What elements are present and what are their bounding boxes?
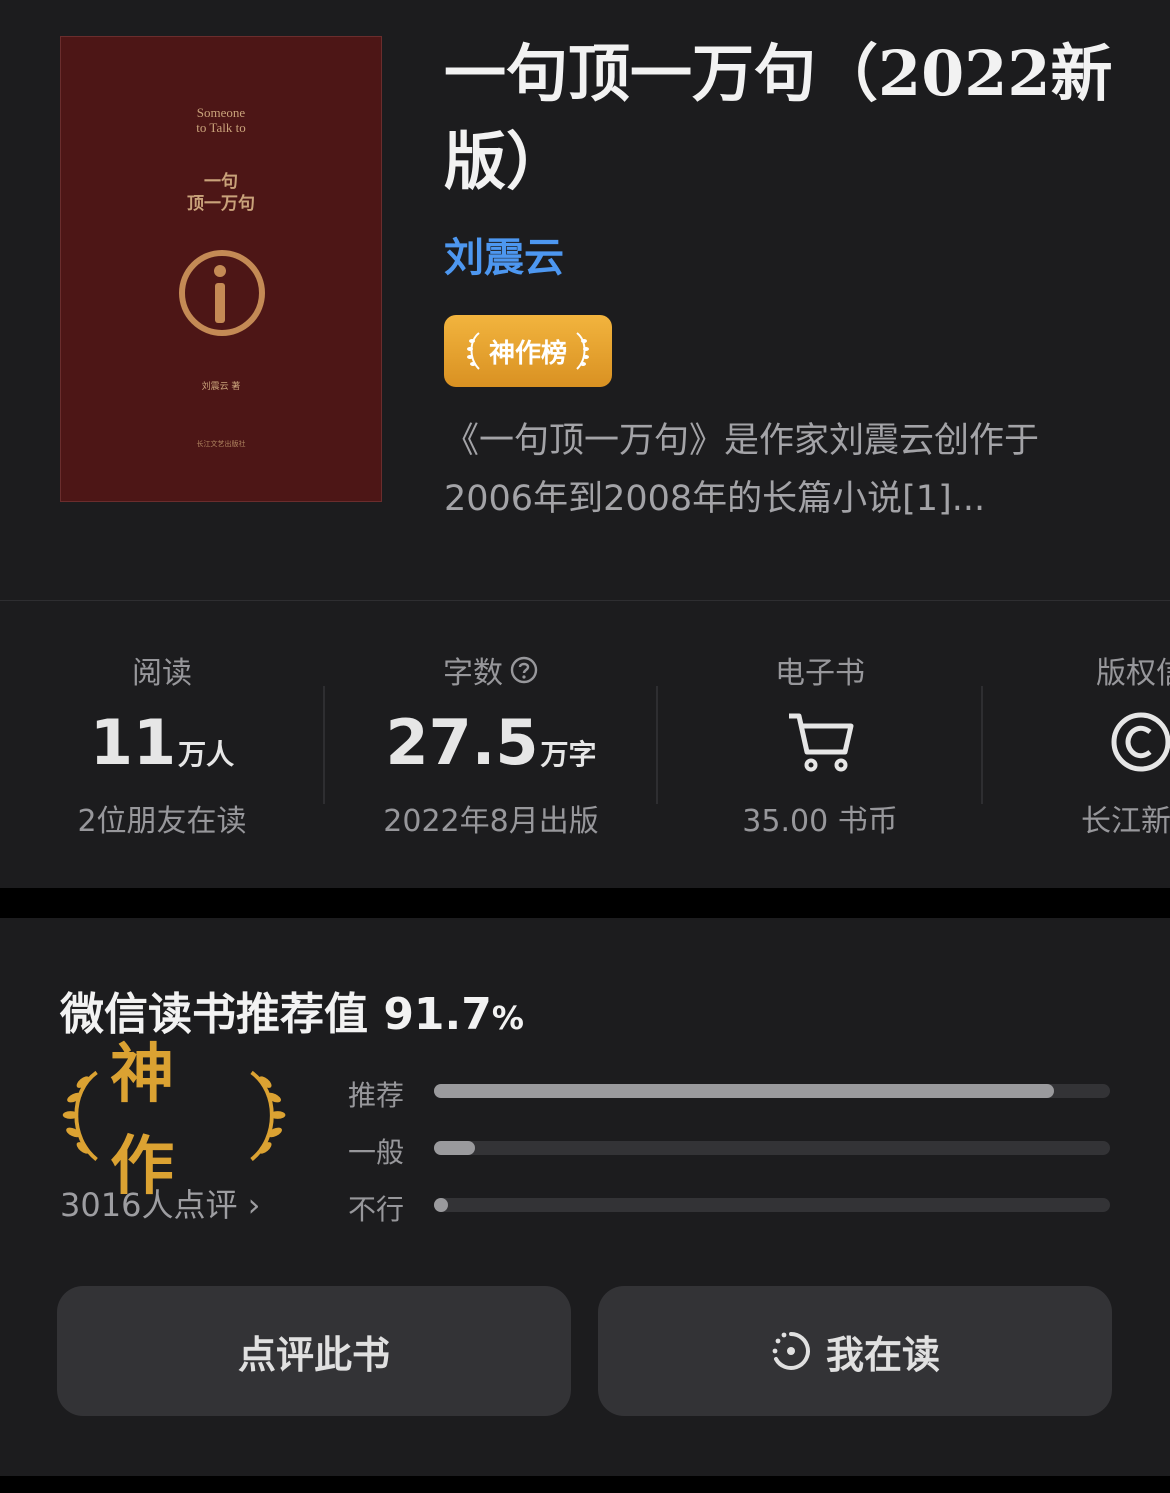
book-info-card: Someone to Talk to 一句 顶一万句 刘震云 著 长江文艺出版社 一… [0, 0, 1170, 888]
cart-icon [789, 713, 854, 772]
stat-word-count[interactable]: 字数 27.5 万字 2022年8月出版 [325, 620, 657, 860]
stat-readers[interactable]: 阅读 11 万人 2位朋友在读 [0, 620, 324, 860]
bar-label: 不行 [348, 1193, 405, 1226]
rating-bar-recommend: 推荐 [348, 1074, 1118, 1114]
stat-label: 版权信 [1096, 656, 1170, 691]
author-link[interactable]: 刘震云 [444, 225, 564, 283]
rating-bar-bad: 不行 [348, 1188, 1118, 1228]
badge-label: 神作榜 [488, 338, 567, 369]
bar-label: 一般 [348, 1136, 405, 1169]
bar-fill [434, 1084, 1054, 1098]
stat-sub: 2位朋友在读 [77, 804, 247, 839]
cover-english-title: Someone to Talk to [196, 105, 246, 135]
bar-fill [434, 1141, 475, 1155]
stat-sub: 长江新世 [1081, 804, 1170, 839]
question-circle-icon[interactable] [509, 655, 539, 685]
stat-sub: 2022年8月出版 [383, 804, 599, 839]
stat-value: 11 [89, 706, 177, 779]
review-count-link[interactable]: 3016人点评 › [60, 1180, 260, 1226]
cover-author: 刘震云 著 [201, 382, 241, 392]
stat-sub: 35.00 书币 [742, 804, 898, 839]
reading-button[interactable]: 我在读 [598, 1286, 1112, 1416]
review-book-button[interactable]: 点评此书 [57, 1286, 571, 1416]
bar-label: 推荐 [348, 1079, 405, 1112]
masterpiece-list-badge[interactable]: 神作榜 [444, 315, 612, 387]
laurel-left-icon [466, 332, 480, 370]
cover-logo-icon [179, 250, 265, 336]
stat-label: 字数 [325, 648, 657, 692]
cover-chinese-title: 一句 顶一万句 [187, 172, 255, 214]
stat-value: 27.5 [385, 706, 539, 779]
stat-label: 阅读 [132, 656, 192, 691]
rating-bar-average: 一般 [348, 1131, 1118, 1171]
chevron-right-icon: › [237, 1186, 261, 1224]
stat-unit: 万字 [540, 738, 597, 771]
divider [0, 600, 1170, 601]
copyright-icon [1111, 712, 1170, 772]
cover-publisher: 长江文艺出版社 [196, 440, 246, 448]
book-title: 一句顶一万句（2022新版） [444, 37, 1113, 198]
laurel-right-icon [576, 332, 589, 370]
stat-label: 电子书 [775, 656, 865, 691]
laurel-left-icon [62, 1070, 98, 1162]
rating-level: 神作 [56, 1038, 292, 1204]
stat-copyright[interactable]: 版权信 长江新世 [983, 620, 1170, 860]
stat-unit: 万人 [178, 738, 235, 771]
reading-status-icon [772, 1332, 810, 1370]
laurel-right-icon [250, 1070, 286, 1162]
book-cover[interactable]: Someone to Talk to 一句 顶一万句 刘震云 著 长江文艺出版社 [60, 36, 382, 502]
bar-fill [434, 1198, 448, 1212]
book-description[interactable]: 《一句顶一万句》是作家刘震云创作于2006年到2008年的长篇小说[1]... [444, 412, 1104, 528]
stat-ebook-price[interactable]: 电子书 35.00 书币 [658, 620, 982, 860]
